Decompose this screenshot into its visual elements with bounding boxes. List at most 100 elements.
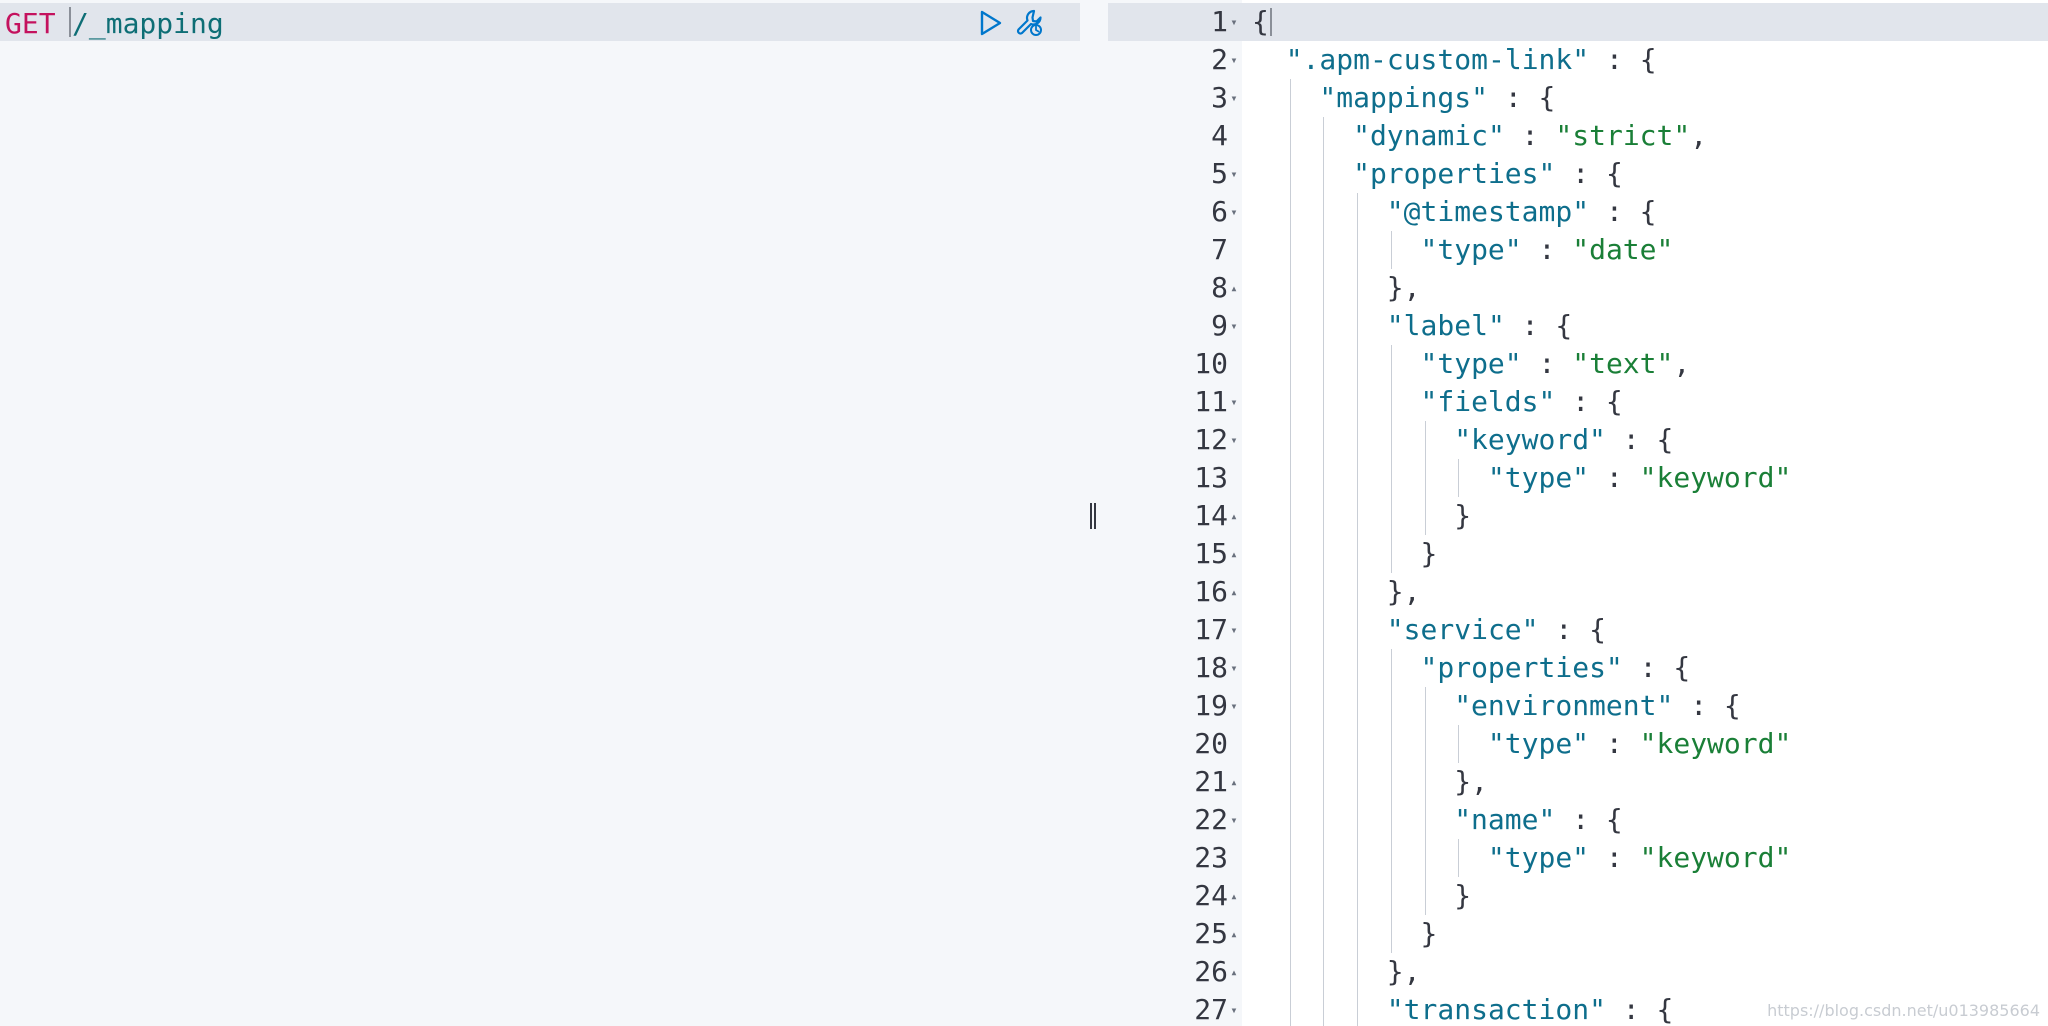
fold-collapse-icon[interactable]: ▾ xyxy=(1227,155,1241,193)
fold-collapse-icon[interactable]: ▾ xyxy=(1227,421,1241,459)
indent-guide xyxy=(1357,269,1359,307)
indent-guide xyxy=(1323,535,1325,573)
code-line: 3 ▾ "mappings" : { xyxy=(1108,79,2048,117)
indent-guide xyxy=(1357,573,1359,611)
fold-collapse-icon[interactable]: ▾ xyxy=(1227,3,1241,41)
request-line[interactable]: GET /_mapping xyxy=(0,3,1080,41)
json-punct: : { xyxy=(1589,195,1657,228)
code-text: "properties" : { xyxy=(1353,155,1623,193)
response-caret xyxy=(1270,8,1272,36)
indent-guide xyxy=(1424,421,1426,459)
pane-divider xyxy=(1080,0,1108,1026)
indent-guide xyxy=(1390,763,1392,801)
json-key: "name" xyxy=(1454,803,1556,836)
indent-guide xyxy=(1424,725,1426,763)
fold-expand-icon[interactable]: ▴ xyxy=(1227,573,1241,611)
indent-guide xyxy=(1323,383,1325,421)
json-key: "environment" xyxy=(1454,689,1674,722)
indent-guide xyxy=(1424,877,1426,915)
line-number: 27 xyxy=(1194,993,1228,1026)
json-key: "fields" xyxy=(1420,385,1556,418)
line-number: 1 xyxy=(1211,5,1228,38)
indent-guide xyxy=(1390,915,1392,953)
fold-expand-icon[interactable]: ▴ xyxy=(1227,915,1241,953)
request-path[interactable]: /_mapping xyxy=(72,7,224,41)
json-key: "type" xyxy=(1487,727,1590,760)
indent-guide xyxy=(1424,497,1426,535)
json-punct: : { xyxy=(1605,423,1674,456)
fold-expand-icon[interactable]: ▴ xyxy=(1227,877,1241,915)
indent-guide xyxy=(1289,763,1291,801)
indent-guide xyxy=(1323,953,1325,991)
line-number: 15 xyxy=(1194,537,1228,570)
fold-expand-icon[interactable]: ▴ xyxy=(1227,535,1241,573)
indent-guide xyxy=(1357,611,1359,649)
fold-expand-icon[interactable]: ▴ xyxy=(1227,497,1241,535)
line-number: 12 xyxy=(1194,423,1228,456)
fold-collapse-icon[interactable]: ▾ xyxy=(1227,687,1241,725)
indent-guide xyxy=(1357,915,1359,953)
request-method[interactable]: GET xyxy=(5,7,56,41)
indent-guide xyxy=(1323,649,1325,687)
indent-guide xyxy=(1424,801,1426,839)
fold-expand-icon[interactable]: ▴ xyxy=(1227,763,1241,801)
indent-guide xyxy=(1390,649,1392,687)
wrench-icon[interactable] xyxy=(1015,8,1045,38)
fold-collapse-icon[interactable]: ▾ xyxy=(1227,79,1241,117)
indent-guide xyxy=(1323,611,1325,649)
fold-collapse-icon[interactable]: ▾ xyxy=(1227,611,1241,649)
line-number: 17 xyxy=(1194,613,1228,646)
indent-guide xyxy=(1390,725,1392,763)
indent-guide xyxy=(1289,915,1291,953)
json-key: "dynamic" xyxy=(1353,119,1505,152)
code-line: 13 "type" : "keyword" xyxy=(1108,459,2048,497)
json-punct: } xyxy=(1454,499,1472,532)
json-string: "date" xyxy=(1572,233,1674,266)
code-text: ".apm-custom-link" : { xyxy=(1286,41,1657,79)
code-line: 18 ▾ "properties" : { xyxy=(1108,649,2048,687)
line-number: 18 xyxy=(1194,651,1228,684)
line-number: 11 xyxy=(1194,385,1228,418)
fold-expand-icon[interactable]: ▴ xyxy=(1227,953,1241,991)
fold-collapse-icon[interactable]: ▾ xyxy=(1227,383,1241,421)
resize-handle[interactable] xyxy=(1088,503,1098,529)
fold-collapse-icon[interactable]: ▾ xyxy=(1227,649,1241,687)
indent-guide xyxy=(1323,497,1325,535)
play-icon[interactable] xyxy=(975,8,1005,38)
fold-collapse-icon[interactable]: ▾ xyxy=(1227,41,1241,79)
code-line: 16 ▴}, xyxy=(1108,573,2048,611)
indent-guide xyxy=(1458,725,1460,763)
indent-guide xyxy=(1357,497,1359,535)
console-app: GET /_mapping 1 ▾{2 ▾ ".apm-custom-link" : … xyxy=(0,0,2048,1026)
code-line: 17 ▾ "service" : { xyxy=(1108,611,2048,649)
code-line: 2 ▾ ".apm-custom-link" : { xyxy=(1108,41,2048,79)
indent-guide xyxy=(1289,649,1291,687)
json-punct: : { xyxy=(1504,309,1573,342)
code-text: "name" : { xyxy=(1454,801,1623,839)
indent-guide xyxy=(1357,839,1359,877)
code-line: 26 ▴}, xyxy=(1108,953,2048,991)
request-editor[interactable]: GET /_mapping xyxy=(0,0,1080,1026)
code-line: 10 "type" : "text", xyxy=(1108,345,2048,383)
indent-guide xyxy=(1357,383,1359,421)
indent-guide xyxy=(1357,953,1359,991)
indent-guide xyxy=(1289,421,1291,459)
fold-expand-icon[interactable]: ▴ xyxy=(1227,269,1241,307)
indent-guide xyxy=(1289,725,1291,763)
line-number: 21 xyxy=(1194,765,1228,798)
code-text: "properties" : { xyxy=(1421,649,1691,687)
fold-collapse-icon[interactable]: ▾ xyxy=(1227,801,1241,839)
indent-guide xyxy=(1424,687,1426,725)
indent-guide xyxy=(1424,763,1426,801)
code-line: 12 ▾ "keyword" : { xyxy=(1108,421,2048,459)
fold-collapse-icon[interactable]: ▾ xyxy=(1227,991,1241,1026)
fold-collapse-icon[interactable]: ▾ xyxy=(1227,307,1241,345)
indent-guide xyxy=(1289,383,1291,421)
response-viewer[interactable]: 1 ▾{2 ▾ ".apm-custom-link" : {3 ▾ "mappings" … xyxy=(1108,0,2048,1026)
indent-guide xyxy=(1390,801,1392,839)
indent-guide xyxy=(1289,231,1291,269)
line-number: 22 xyxy=(1194,803,1228,836)
line-number: 5 xyxy=(1211,157,1228,190)
fold-collapse-icon[interactable]: ▾ xyxy=(1227,193,1241,231)
indent-guide xyxy=(1289,345,1291,383)
